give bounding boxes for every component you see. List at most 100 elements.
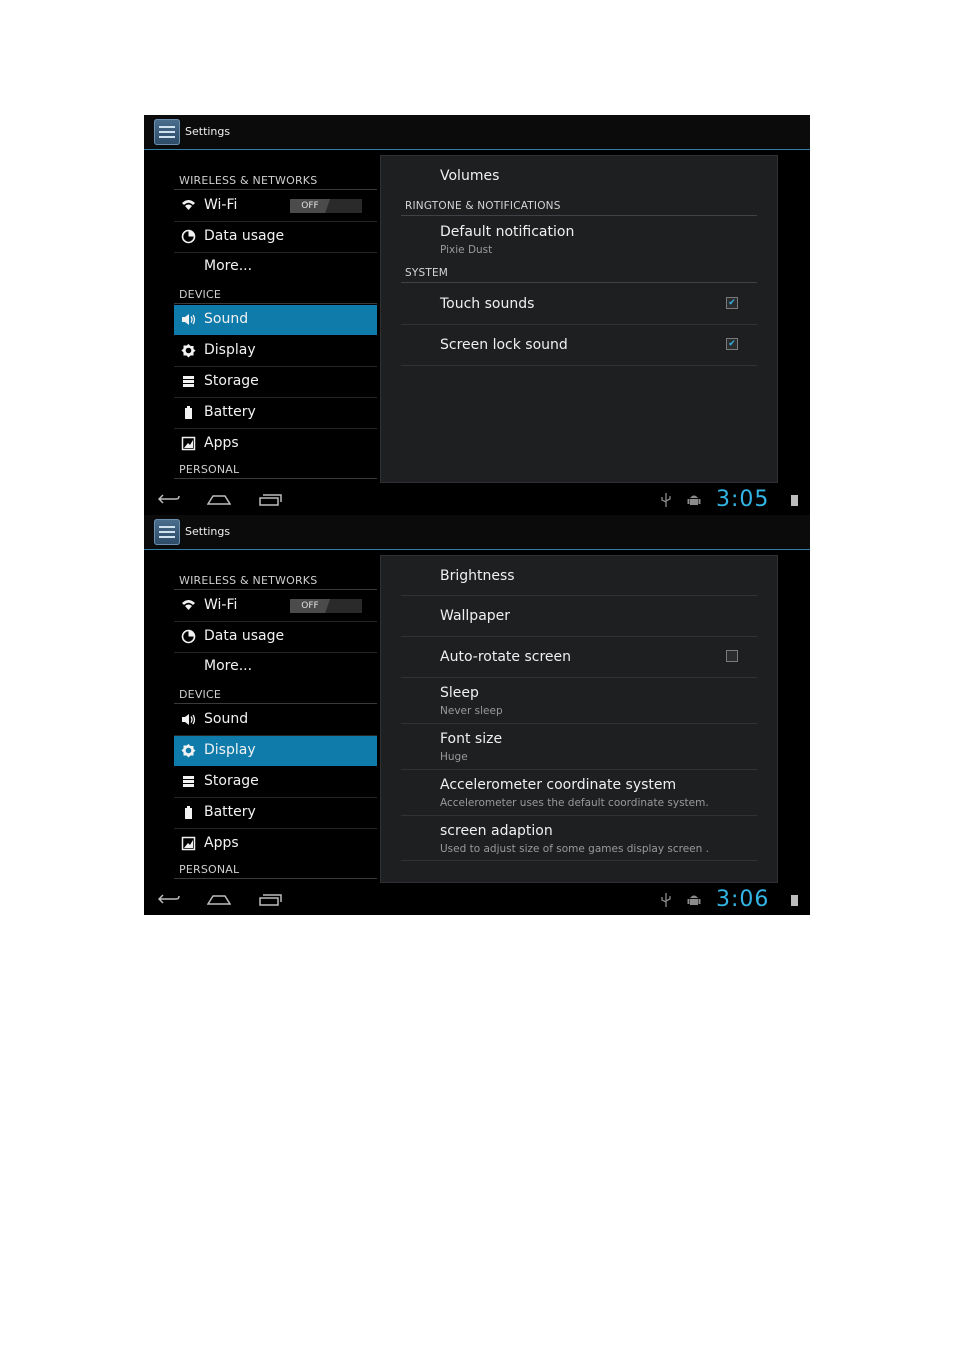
sidebar-item-label: Wi-Fi (204, 597, 238, 613)
divider (174, 589, 377, 590)
sidebar-item-more[interactable]: More... (174, 252, 377, 282)
divider (401, 636, 757, 637)
usb-icon (661, 493, 671, 510)
toggle-off-label: OFF (290, 199, 330, 213)
home-icon[interactable] (206, 891, 232, 911)
screenshot-display-settings: Settings WIRELESS & NETWORKS Wi-Fi OFF D… (144, 515, 810, 915)
storage-icon (181, 774, 196, 789)
wifi-toggle[interactable]: OFF (290, 199, 362, 213)
back-icon[interactable] (157, 891, 180, 911)
sidebar-item-data-usage[interactable]: Data usage (174, 622, 377, 653)
header-wireless-networks: WIRELESS & NETWORKS (179, 174, 318, 187)
sidebar-item-display[interactable]: Display (174, 336, 377, 367)
sidebar-item-label: Sound (204, 711, 249, 727)
app-title: Settings (185, 525, 231, 538)
header-device: DEVICE (179, 688, 222, 701)
sleep-value: Never sleep (440, 705, 503, 717)
sidebar-item-label: Data usage (204, 228, 285, 244)
sidebar-item-label: More... (204, 658, 253, 674)
back-icon[interactable] (157, 491, 180, 511)
sidebar-item-storage[interactable]: Storage (174, 367, 377, 398)
divider (401, 324, 757, 325)
sidebar-item-wifi[interactable]: Wi-Fi OFF (174, 591, 377, 622)
screen-lock-sound-item[interactable]: Screen lock sound (440, 337, 568, 353)
recents-icon[interactable] (258, 891, 282, 911)
action-bar: Settings (144, 515, 810, 550)
accelerometer-item[interactable]: Accelerometer coordinate system (440, 777, 676, 793)
sidebar-item-sound[interactable]: Sound (174, 305, 377, 335)
divider (174, 703, 377, 704)
settings-app-icon[interactable] (154, 119, 180, 145)
divider (401, 815, 757, 816)
android-debug-icon (687, 893, 701, 910)
touch-sounds-item[interactable]: Touch sounds (440, 296, 534, 312)
sidebar-item-data-usage[interactable]: Data usage (174, 222, 377, 253)
divider (174, 478, 377, 479)
divider (401, 365, 757, 366)
display-settings-pane: Brightness Wallpaper Auto-rotate screen … (380, 555, 778, 883)
sound-settings-pane: Volumes RINGTONE & NOTIFICATIONS Default… (380, 155, 778, 483)
sidebar-item-apps[interactable]: Apps (174, 429, 377, 459)
wifi-toggle[interactable]: OFF (290, 599, 362, 613)
battery-icon (791, 895, 798, 906)
wallpaper-item[interactable]: Wallpaper (440, 608, 510, 624)
default-notification-value: Pixie Dust (440, 244, 493, 256)
auto-rotate-checkbox[interactable] (726, 650, 738, 662)
screen-lock-sound-checkbox[interactable]: ✔ (726, 338, 738, 350)
header-ringtone-notifications: RINGTONE & NOTIFICATIONS (405, 200, 561, 212)
divider (401, 723, 757, 724)
auto-rotate-item[interactable]: Auto-rotate screen (440, 649, 571, 665)
sidebar-item-apps[interactable]: Apps (174, 829, 377, 859)
settings-app-icon[interactable] (154, 519, 180, 545)
font-size-value: Huge (440, 751, 468, 763)
battery-icon (181, 405, 196, 420)
data-usage-icon (181, 629, 196, 644)
sidebar-item-label: Battery (204, 804, 256, 820)
sidebar-item-label: Display (204, 342, 256, 358)
home-icon[interactable] (206, 491, 232, 511)
font-size-item[interactable]: Font size (440, 731, 502, 747)
battery-icon (181, 805, 196, 820)
battery-icon (791, 495, 798, 506)
storage-icon (181, 374, 196, 389)
header-personal: PERSONAL (179, 463, 240, 476)
sidebar-item-label: Apps (204, 835, 239, 851)
divider (401, 595, 757, 596)
divider (174, 303, 377, 304)
speaker-icon (181, 712, 196, 727)
sidebar-item-label: Battery (204, 404, 256, 420)
usb-icon (661, 893, 671, 910)
volumes-item[interactable]: Volumes (440, 168, 499, 184)
android-debug-icon (687, 493, 701, 510)
sidebar-item-storage[interactable]: Storage (174, 767, 377, 798)
header-device: DEVICE (179, 288, 222, 301)
app-title: Settings (185, 125, 231, 138)
sidebar-item-battery[interactable]: Battery (174, 398, 377, 429)
touch-sounds-checkbox[interactable]: ✔ (726, 297, 738, 309)
sidebar-item-label: Wi-Fi (204, 197, 238, 213)
brightness-icon (181, 343, 196, 358)
sidebar-item-display[interactable]: Display (174, 736, 377, 766)
sleep-item[interactable]: Sleep (440, 685, 479, 701)
sidebar-item-sound[interactable]: Sound (174, 705, 377, 736)
screen-adaption-item[interactable]: screen adaption (440, 823, 553, 839)
recents-icon[interactable] (258, 491, 282, 511)
header-wireless-networks: WIRELESS & NETWORKS (179, 574, 318, 587)
apps-icon (181, 836, 196, 851)
sidebar-item-label: Data usage (204, 628, 285, 644)
header-personal: PERSONAL (179, 863, 240, 876)
divider (401, 860, 757, 861)
divider (401, 215, 757, 216)
sidebar-item-label: Storage (204, 373, 259, 389)
brightness-item[interactable]: Brightness (440, 568, 515, 584)
action-bar: Settings (144, 115, 810, 150)
sidebar-item-battery[interactable]: Battery (174, 798, 377, 829)
sidebar-item-label: Storage (204, 773, 259, 789)
divider (401, 769, 757, 770)
default-notification-item[interactable]: Default notification (440, 224, 574, 240)
sidebar-item-label: Apps (204, 435, 239, 451)
sidebar-item-wifi[interactable]: Wi-Fi OFF (174, 191, 377, 222)
sidebar-item-more[interactable]: More... (174, 652, 377, 682)
settings-sidebar: WIRELESS & NETWORKS Wi-Fi OFF Data usage… (174, 563, 377, 879)
divider (401, 282, 757, 283)
